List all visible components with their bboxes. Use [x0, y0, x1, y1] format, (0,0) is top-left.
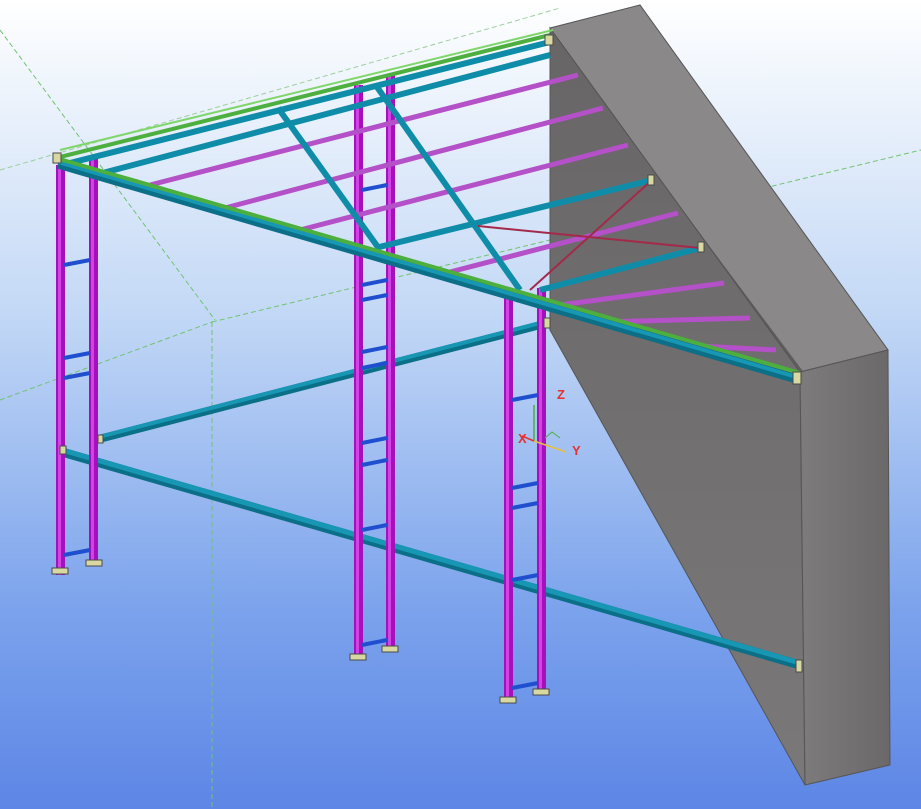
wall-end-face — [799, 349, 891, 786]
3d-model-viewport[interactable]: Z X Y — [0, 0, 921, 809]
axis-label-z: Z — [557, 387, 565, 402]
axis-label-x: X — [518, 431, 527, 446]
concrete-wall[interactable] — [549, 4, 891, 786]
axis-label-y: Y — [572, 443, 581, 458]
column-rungs — [63, 183, 539, 690]
structural-model-scene[interactable]: Z X Y — [0, 0, 921, 809]
